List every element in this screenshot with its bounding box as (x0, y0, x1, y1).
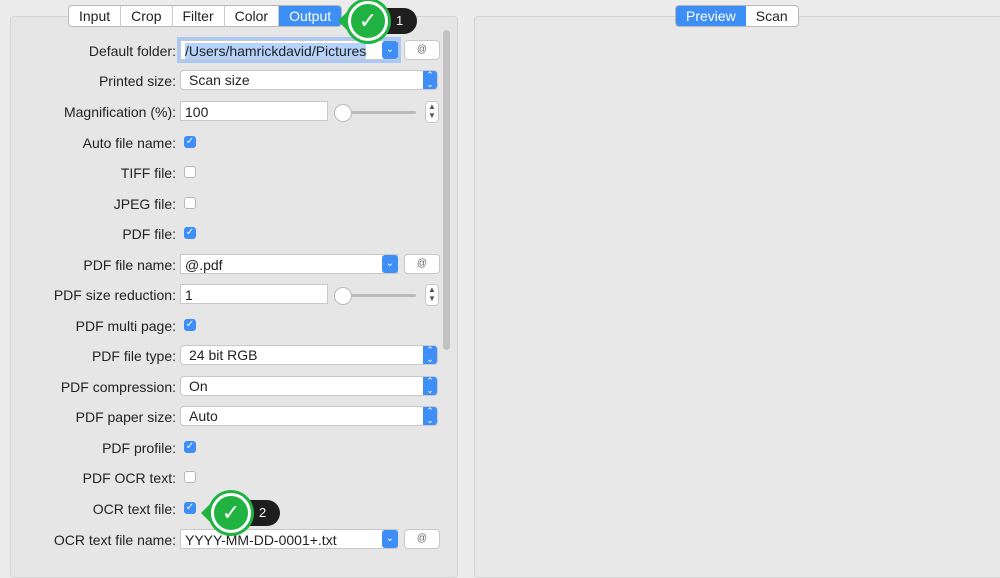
checkmark-icon: ✓ (348, 1, 388, 41)
jpeg-file-checkbox[interactable] (184, 197, 196, 209)
pdf-compression-popup[interactable]: On ⌃ ⌄ (180, 376, 438, 396)
preview-panel (474, 16, 1000, 578)
pdf-file-name-value: @.pdf (185, 257, 223, 273)
annotation-badge-1: ✓ 1 (338, 1, 418, 41)
pdf-file-label: PDF file: (122, 226, 176, 242)
row-jpeg-file: JPEG file: (0, 193, 460, 215)
default-folder-combo[interactable]: /Users/hamrickdavid/Pictures (177, 37, 401, 63)
slider-knob[interactable] (334, 287, 352, 305)
ocr-text-file-name-label: OCR text file name: (53, 532, 176, 548)
ocr-text-file-name-value: YYYY-MM-DD-0001+.txt (185, 532, 337, 548)
chevron-down-icon[interactable]: ⌄ (382, 255, 398, 273)
row-pdf-compression: PDF compression: On ⌃ ⌄ (0, 376, 460, 398)
ocr-text-file-name-at-button[interactable]: @ (404, 529, 440, 549)
default-folder-at-button[interactable]: @ (404, 40, 440, 60)
row-pdf-file-name: PDF file name: @.pdf ⌄ @ (0, 254, 460, 276)
tab-input[interactable]: Input (69, 6, 122, 26)
pdf-file-type-value: 24 bit RGB (189, 347, 258, 363)
pdf-multi-page-checkbox[interactable]: ✓ (184, 319, 196, 331)
updown-chevron-icon: ⌃ ⌄ (423, 377, 437, 395)
printed-size-popup[interactable]: Scan size ⌃ ⌄ (180, 70, 438, 90)
pdf-size-reduction-stepper[interactable]: ▲ ▼ (425, 284, 439, 306)
magnification-label: Magnification (%): (63, 104, 176, 120)
tab-filter[interactable]: Filter (173, 6, 225, 26)
pdf-paper-size-label: PDF paper size: (75, 409, 176, 425)
tiff-file-checkbox[interactable] (184, 166, 196, 178)
pdf-compression-label: PDF compression: (60, 379, 176, 395)
row-pdf-size-reduction: PDF size reduction: 1 ▲ ▼ (0, 284, 460, 306)
pdf-paper-size-popup[interactable]: Auto ⌃ ⌄ (180, 406, 438, 426)
pdf-file-name-combo[interactable]: @.pdf (180, 254, 398, 274)
pdf-size-reduction-input[interactable]: 1 (180, 284, 328, 304)
pdf-file-type-label: PDF file type: (91, 348, 176, 364)
pdf-size-reduction-slider[interactable] (334, 287, 416, 305)
pdf-file-checkbox[interactable]: ✓ (184, 227, 196, 239)
auto-file-name-checkbox[interactable]: ✓ (184, 136, 196, 148)
auto-file-name-label: Auto file name: (82, 135, 176, 151)
row-auto-file-name: Auto file name: ✓ (0, 132, 460, 154)
row-pdf-ocr-text: PDF OCR text: (0, 467, 460, 489)
slider-knob[interactable] (334, 104, 352, 122)
checkmark-icon: ✓ (211, 493, 251, 533)
tab-bar: Input Crop Filter Color Output (68, 5, 343, 27)
chevron-down-icon[interactable]: ⌄ (382, 530, 398, 548)
row-printed-size: Printed size: Scan size ⌃ ⌄ (0, 70, 460, 92)
row-pdf-file-type: PDF file type: 24 bit RGB ⌃ ⌄ (0, 345, 460, 367)
row-pdf-paper-size: PDF paper size: Auto ⌃ ⌄ (0, 406, 460, 428)
pdf-ocr-text-label: PDF OCR text: (82, 470, 176, 486)
row-tiff-file: TIFF file: (0, 162, 460, 184)
updown-chevron-icon: ⌃ ⌄ (423, 407, 437, 425)
pdf-ocr-text-checkbox[interactable] (184, 471, 196, 483)
pdf-file-name-label: PDF file name: (83, 257, 176, 273)
pdf-profile-label: PDF profile: (102, 440, 176, 456)
pdf-file-name-at-button[interactable]: @ (404, 254, 440, 274)
pdf-paper-size-value: Auto (189, 408, 218, 424)
pdf-multi-page-label: PDF multi page: (75, 318, 176, 334)
ocr-text-file-checkbox[interactable]: ✓ (184, 502, 196, 514)
magnification-input[interactable]: 100 (180, 101, 328, 121)
pdf-file-type-popup[interactable]: 24 bit RGB ⌃ ⌄ (180, 345, 438, 365)
tiff-file-label: TIFF file: (120, 165, 176, 181)
tab-output[interactable]: Output (279, 6, 342, 26)
pdf-profile-checkbox[interactable]: ✓ (184, 441, 196, 453)
tab-color[interactable]: Color (225, 6, 280, 26)
tab-preview[interactable]: Preview (676, 6, 746, 26)
chevron-down-icon[interactable]: ⌄ (382, 41, 398, 59)
row-default-folder: Default folder: /Users/hamrickdavid/Pictu… (0, 37, 460, 63)
default-folder-value: /Users/hamrickdavid/Pictures (185, 43, 367, 59)
row-pdf-profile: PDF profile: ✓ (0, 437, 460, 459)
pdf-compression-value: On (189, 378, 208, 394)
printed-size-value: Scan size (189, 72, 250, 88)
default-folder-label: Default folder: (88, 43, 176, 59)
row-pdf-file: PDF file: ✓ (0, 223, 460, 245)
tab-crop[interactable]: Crop (121, 6, 173, 26)
right-tab-bar: Preview Scan (675, 5, 799, 27)
updown-chevron-icon: ⌃ ⌄ (423, 71, 437, 89)
magnification-stepper[interactable]: ▲ ▼ (425, 101, 439, 123)
printed-size-label: Printed size: (98, 73, 176, 89)
tab-scan[interactable]: Scan (746, 6, 798, 26)
row-pdf-multi-page: PDF multi page: ✓ (0, 315, 460, 337)
magnification-slider[interactable] (334, 104, 416, 122)
updown-chevron-icon: ⌃ ⌄ (423, 346, 437, 364)
ocr-text-file-label: OCR text file: (92, 501, 176, 517)
row-magnification: Magnification (%): 100 ▲ ▼ (0, 101, 460, 123)
annotation-badge-2: ✓ 2 (201, 493, 281, 533)
jpeg-file-label: JPEG file: (113, 196, 176, 212)
pdf-size-reduction-label: PDF size reduction: (53, 287, 176, 303)
